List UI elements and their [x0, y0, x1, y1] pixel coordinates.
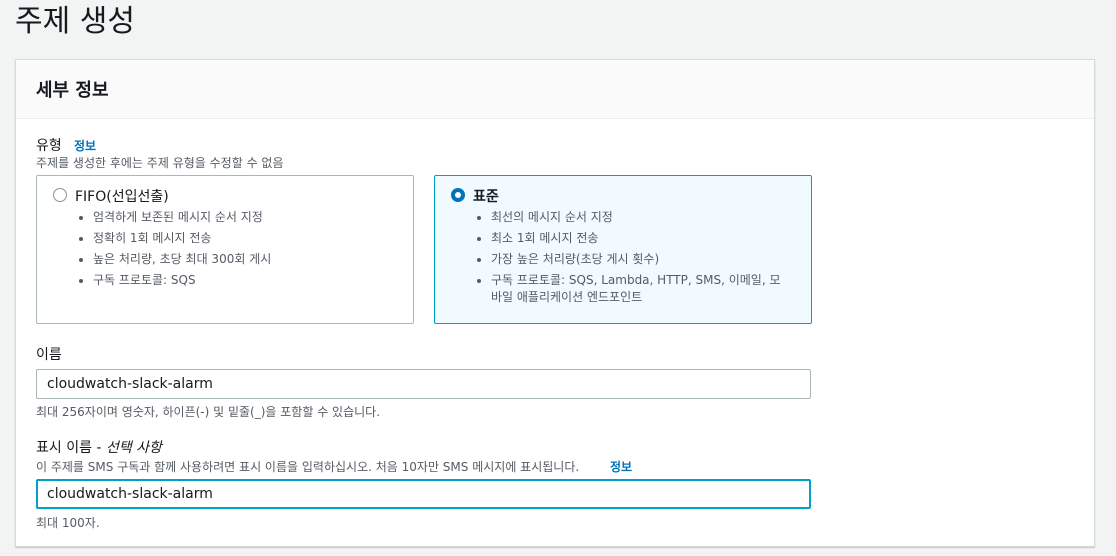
list-item: 높은 처리량, 초당 최대 300회 게시: [93, 251, 393, 268]
fifo-title: FIFO(선입선출): [75, 189, 169, 205]
list-item: 가장 높은 처리량(초당 게시 횟수): [491, 251, 791, 268]
name-input[interactable]: [36, 369, 811, 399]
list-item: 최소 1회 메시지 전송: [491, 230, 791, 247]
display-name-info-link[interactable]: 정보: [610, 458, 632, 475]
type-option-standard[interactable]: 표준 최선의 메시지 순서 지정 최소 1회 메시지 전송 가장 높은 처리량(…: [434, 175, 812, 324]
name-hint: 최대 256자이며 영숫자, 하이픈(-) 및 밑줄(_)을 포함할 수 있습니…: [36, 405, 381, 419]
fifo-features: 엄격하게 보존된 메시지 순서 지정 정확히 1회 메시지 전송 높은 처리량,…: [77, 209, 393, 293]
display-name-hint: 최대 100자.: [36, 516, 100, 530]
name-label: 이름: [36, 347, 62, 363]
display-name-label-text: 표시 이름 -: [36, 440, 106, 456]
type-description: 주제를 생성한 후에는 주제 유형을 수정할 수 없음: [36, 156, 284, 170]
optional-marker: 선택 사항: [105, 440, 162, 456]
type-option-fifo[interactable]: FIFO(선입선출) 엄격하게 보존된 메시지 순서 지정 정확히 1회 메시지…: [36, 175, 414, 324]
list-item: 정확히 1회 메시지 전송: [93, 230, 393, 247]
list-item: 최선의 메시지 순서 지정: [491, 209, 791, 226]
panel-title: 세부 정보: [36, 80, 109, 101]
standard-radio[interactable]: [451, 188, 465, 202]
fifo-radio[interactable]: [53, 188, 67, 202]
panel-header: [16, 60, 1094, 119]
display-name-description: 이 주제를 SMS 구독과 함께 사용하려면 표시 이름을 입력하십시오. 처음…: [36, 460, 580, 474]
type-label: 유형: [36, 138, 62, 154]
display-name-label: 표시 이름 - 선택 사항: [36, 437, 162, 457]
display-name-input[interactable]: [36, 479, 811, 509]
list-item: 엄격하게 보존된 메시지 순서 지정: [93, 209, 393, 226]
page-title: 주제 생성: [15, 4, 135, 39]
standard-title: 표준: [473, 189, 499, 205]
list-item: 구독 프로토콜: SQS: [93, 272, 393, 289]
standard-features: 최선의 메시지 순서 지정 최소 1회 메시지 전송 가장 높은 처리량(초당 …: [475, 209, 791, 310]
list-item: 구독 프로토콜: SQS, Lambda, HTTP, SMS, 이메일, 모바…: [491, 272, 791, 306]
details-panel: 세부 정보 유형 정보 주제를 생성한 후에는 주제 유형을 수정할 수 없음 …: [15, 59, 1095, 547]
type-info-link[interactable]: 정보: [74, 137, 96, 154]
